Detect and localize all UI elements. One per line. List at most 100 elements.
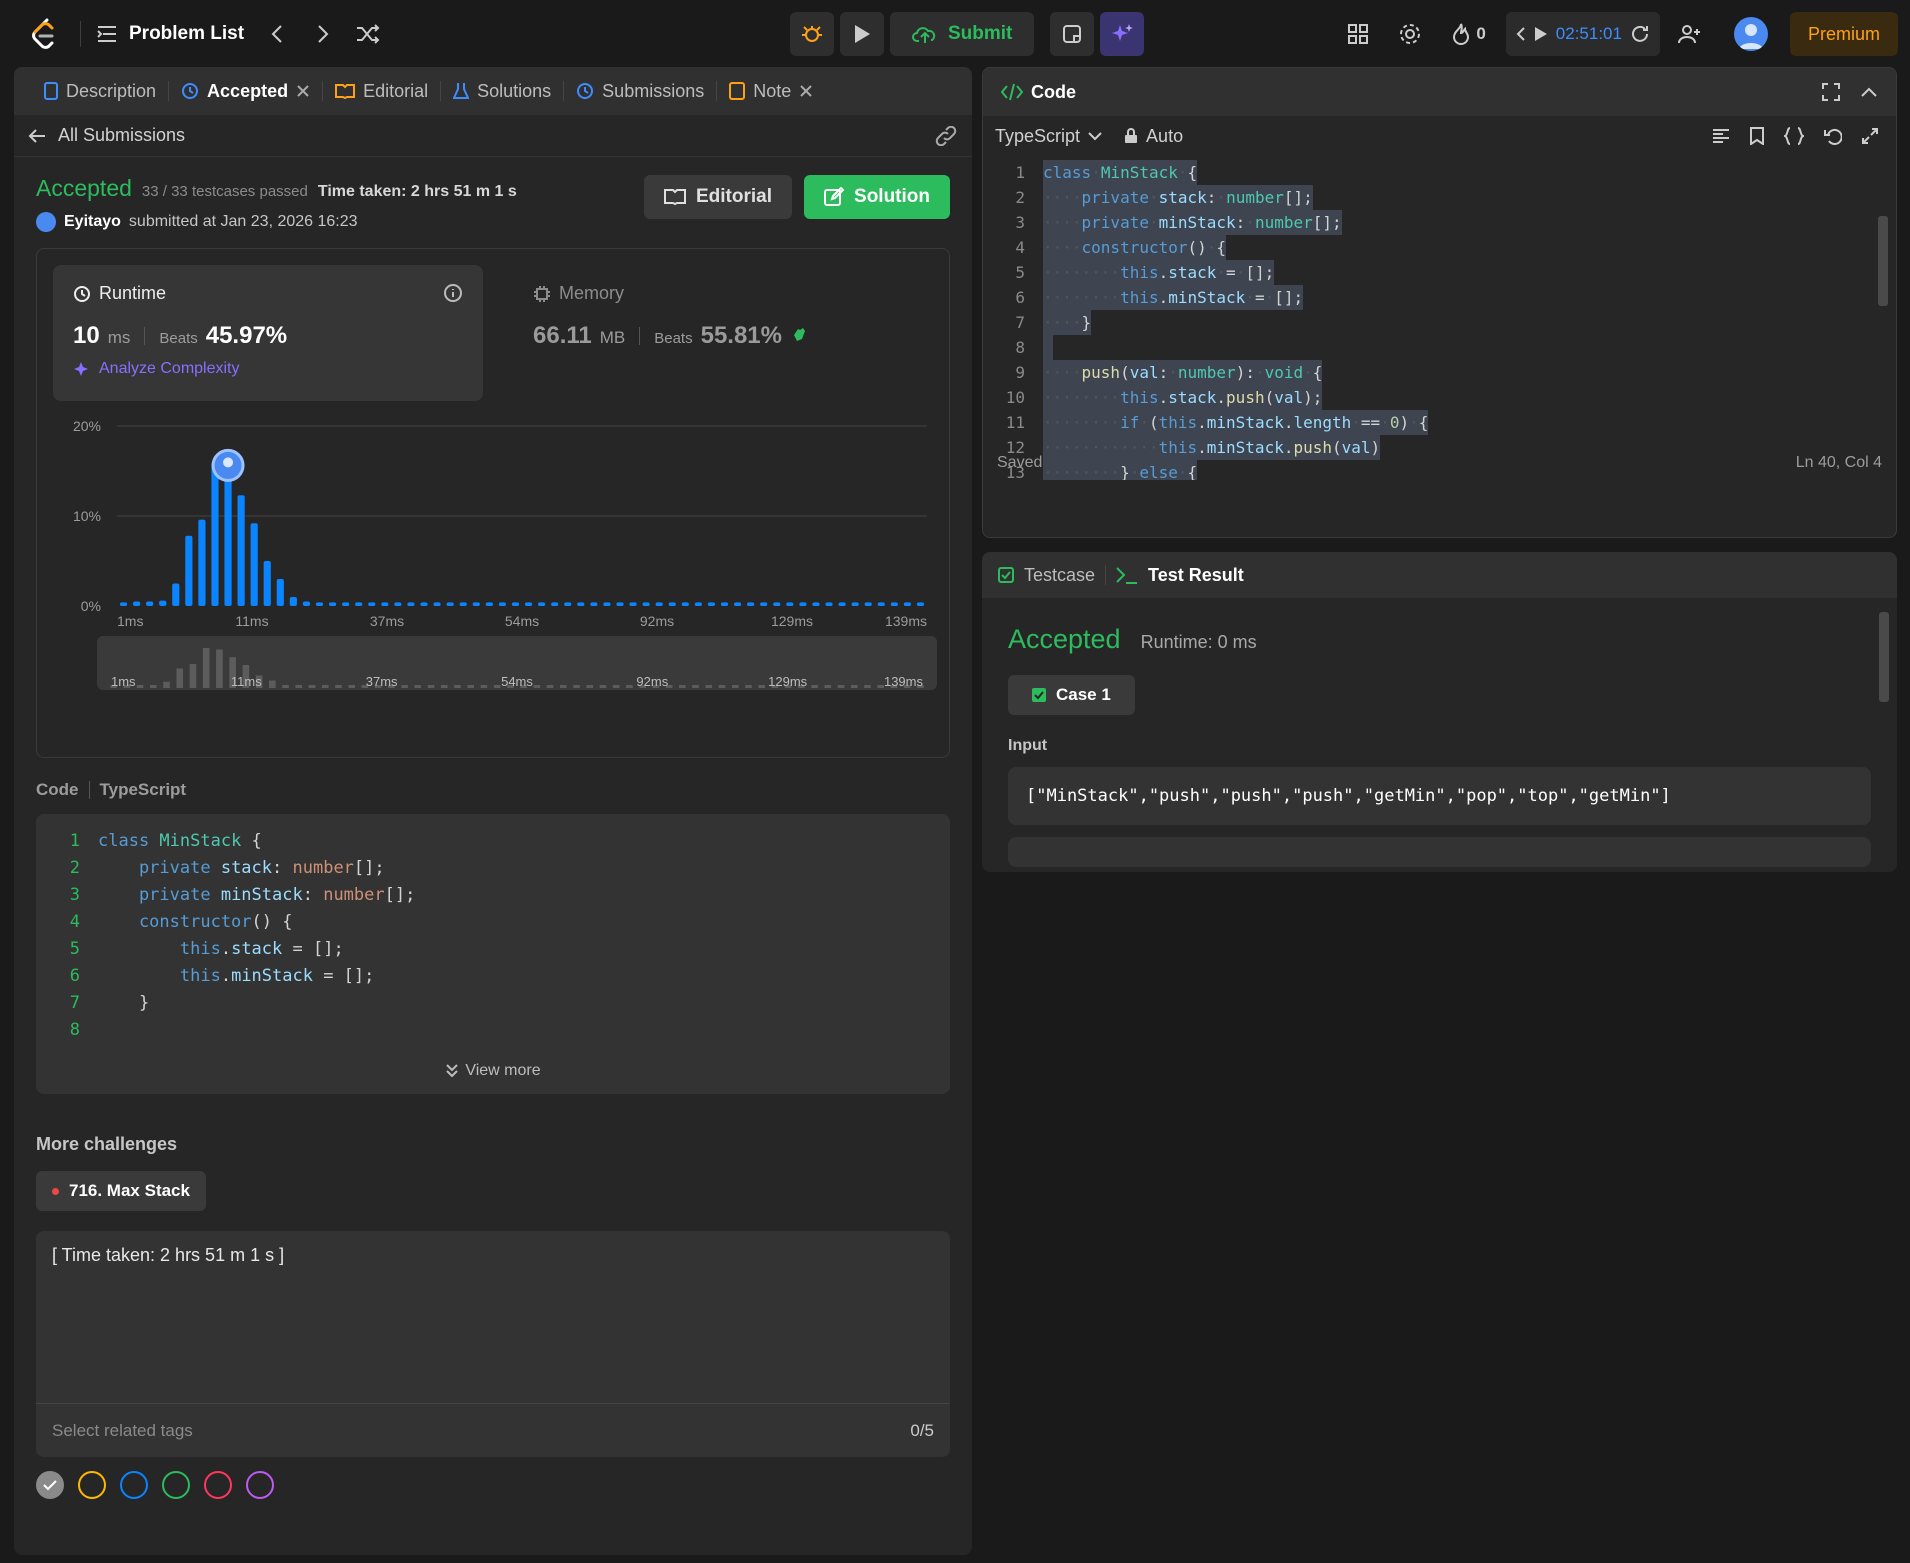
- braces-icon[interactable]: [1784, 127, 1804, 145]
- memory-card[interactable]: Memory 66.11 MB Beats 55.81%: [513, 265, 943, 401]
- save-status: Saved: [997, 454, 1043, 471]
- chevron-up-icon[interactable]: [1860, 83, 1878, 101]
- add-friend-button[interactable]: [1668, 12, 1712, 56]
- editor-line: 6 ········this.minStack·=·[];: [983, 285, 1896, 310]
- close-icon[interactable]: [296, 84, 310, 98]
- chevron-left-icon[interactable]: [1516, 26, 1526, 42]
- brush-bar: [348, 685, 355, 688]
- language-select[interactable]: TypeScript: [995, 126, 1102, 147]
- brush-bar: [335, 685, 342, 688]
- problem-list-label: Problem List: [129, 23, 245, 44]
- maximize-icon[interactable]: [1822, 83, 1840, 101]
- chart-bar: [903, 602, 911, 606]
- brush-bar: [705, 685, 713, 688]
- chart-bar: [328, 602, 337, 606]
- brush-tick-label: 129ms: [768, 674, 808, 689]
- expand-icon[interactable]: [1862, 127, 1878, 145]
- result-scrollbar[interactable]: [1879, 612, 1889, 702]
- problem-list-button[interactable]: Problem List: [97, 23, 244, 45]
- link-icon[interactable]: [934, 125, 958, 146]
- bookmark-icon[interactable]: [1750, 127, 1764, 145]
- format-icon[interactable]: [1712, 127, 1730, 145]
- memory-unit: MB: [599, 328, 626, 347]
- code-editor[interactable]: 1 class·MinStack·{ 2 ····private·stack:·nu…: [983, 156, 1896, 480]
- gear-icon: [1398, 22, 1422, 46]
- brush-bar: [202, 648, 210, 688]
- lock-icon: [1124, 128, 1138, 144]
- all-submissions-link[interactable]: All Submissions: [28, 125, 185, 146]
- tab-description[interactable]: Description: [32, 67, 168, 115]
- color-green[interactable]: [162, 1471, 190, 1499]
- avatar[interactable]: [1733, 17, 1768, 51]
- brush-bar: [282, 685, 289, 688]
- streak-counter[interactable]: 0: [1440, 23, 1497, 45]
- prev-problem-icon[interactable]: [270, 24, 284, 44]
- debug-button[interactable]: [790, 12, 834, 56]
- sparkle-icon: [1110, 22, 1134, 46]
- leetcode-logo-icon[interactable]: [24, 14, 64, 54]
- timer[interactable]: 02:51:01: [1505, 12, 1660, 56]
- chart-bar: [263, 561, 271, 606]
- settings-button[interactable]: [1388, 12, 1432, 56]
- brush-bar: [493, 685, 501, 688]
- case-tab[interactable]: Case 1: [1008, 675, 1135, 715]
- chart-bar: [237, 495, 245, 606]
- info-icon[interactable]: [443, 283, 463, 303]
- editor-line: 2 ····private·stack:·number[];: [983, 185, 1896, 210]
- play-icon[interactable]: [1534, 26, 1548, 42]
- premium-button[interactable]: Premium: [1789, 12, 1898, 56]
- color-pink[interactable]: [204, 1471, 232, 1499]
- runtime-title: Runtime: [99, 283, 167, 303]
- brush-tick-label: 54ms: [501, 674, 533, 689]
- note-editor[interactable]: [ Time taken: 2 hrs 51 m 1 s ] Select re…: [36, 1231, 950, 1457]
- layout-grid-icon: [1347, 23, 1369, 45]
- reset-icon[interactable]: [1630, 24, 1650, 44]
- chart-bar: [342, 602, 350, 606]
- notes-button[interactable]: [1050, 12, 1095, 56]
- x-tick-label: 139ms: [885, 613, 927, 629]
- tab-testcase[interactable]: Testcase: [998, 565, 1095, 586]
- tags-selector[interactable]: Select related tags 0/5: [36, 1403, 950, 1457]
- username[interactable]: Eyitayo: [64, 213, 121, 231]
- bug-icon: [801, 23, 823, 45]
- color-blue[interactable]: [120, 1471, 148, 1499]
- tab-note[interactable]: Note: [717, 67, 825, 115]
- undo-icon[interactable]: [1824, 127, 1842, 145]
- note-text[interactable]: [ Time taken: 2 hrs 51 m 1 s ]: [36, 1231, 950, 1280]
- tab-submissions[interactable]: Submissions: [564, 67, 716, 115]
- color-yellow[interactable]: [78, 1471, 106, 1499]
- solution-button[interactable]: Solution: [804, 175, 950, 219]
- clock-icon: [73, 285, 91, 303]
- brush-bar: [745, 685, 752, 688]
- close-icon[interactable]: [799, 84, 813, 98]
- analyze-complexity-link[interactable]: Analyze Complexity: [73, 360, 463, 378]
- tab-accepted[interactable]: Accepted: [169, 67, 322, 115]
- cursor-position[interactable]: Ln 40, Col 4: [1796, 454, 1882, 472]
- color-purple[interactable]: [246, 1471, 274, 1499]
- next-problem-icon[interactable]: [316, 24, 330, 44]
- tab-test-result[interactable]: Test Result: [1116, 565, 1244, 586]
- runtime-distribution-chart[interactable]: 20% 10% 0% 1ms 11ms 37ms 54ms 92ms 129ms 139ms 1ms…: [37, 414, 967, 704]
- x-tick-label: 92ms: [640, 613, 674, 629]
- run-button[interactable]: [840, 12, 884, 56]
- shuffle-icon[interactable]: [356, 24, 380, 44]
- ai-assistant-button[interactable]: [1100, 12, 1145, 56]
- runtime-card[interactable]: Runtime 10 ms Beats 45.97% Analyze Compl…: [53, 265, 483, 401]
- submit-button[interactable]: Submit: [890, 12, 1035, 56]
- tab-solutions[interactable]: Solutions: [441, 67, 563, 115]
- challenge-chip[interactable]: 716. Max Stack: [36, 1171, 206, 1211]
- note-icon: [729, 82, 746, 100]
- code-line: 3 private minStack: number [];: [69, 885, 416, 905]
- editor-scrollbar[interactable]: [1878, 216, 1888, 306]
- view-more-button[interactable]: View more: [36, 1062, 950, 1080]
- tab-label: Editorial: [363, 80, 429, 101]
- beats-label: Beats: [654, 330, 693, 347]
- editor-line: 7 ····}: [983, 310, 1896, 335]
- color-gray-selected[interactable]: [36, 1471, 64, 1499]
- auto-mode-toggle[interactable]: Auto: [1124, 126, 1183, 147]
- editorial-button[interactable]: Editorial: [644, 175, 793, 219]
- tab-editorial[interactable]: Editorial: [323, 67, 440, 115]
- avatar[interactable]: [36, 212, 56, 232]
- play-icon: [853, 24, 871, 44]
- layout-button[interactable]: [1336, 12, 1380, 56]
